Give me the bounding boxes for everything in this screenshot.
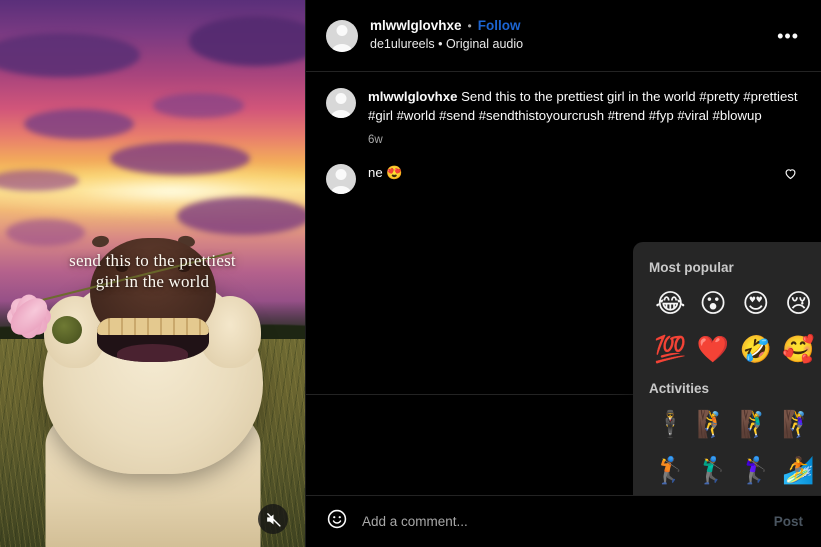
emoji-cell[interactable]: 🕴️ [649, 404, 692, 446]
emoji-cell[interactable]: 🧗‍♂️ [734, 404, 777, 446]
follow-button[interactable]: Follow [478, 18, 521, 35]
emoji-cell[interactable]: 🧗 [692, 404, 735, 446]
emoji-cell[interactable]: 🏄 [777, 450, 820, 492]
comments-area[interactable]: mlwwlglovhxe Send this to the prettiest … [306, 72, 821, 495]
more-options-icon[interactable]: ••• [773, 27, 803, 45]
post-username[interactable]: mlwwlglovhxe [370, 18, 462, 35]
emoji-cell[interactable]: 🏌️‍♂️ [692, 450, 735, 492]
video-player[interactable]: send this to the prettiest girl in the w… [0, 0, 305, 547]
comment-input[interactable] [362, 514, 760, 529]
mute-toggle-button[interactable] [258, 504, 288, 534]
comment-composer: Post [306, 495, 821, 547]
like-comment-button[interactable] [777, 164, 803, 194]
emoji-scroll-region[interactable]: Most popular😂😮😍😢👏🔥🎉💯❤️🤣🥰😘😭😊Activities🕴️🧗… [633, 242, 821, 495]
avatar[interactable] [326, 164, 356, 195]
cloud [189, 16, 305, 66]
speaker-muted-icon [266, 512, 281, 527]
dog-mouth [96, 318, 209, 362]
caption-username[interactable]: mlwwlglovhxe [368, 89, 457, 104]
comment-row: ne 😍 [306, 150, 821, 198]
avatar[interactable] [326, 88, 356, 118]
emoji-picker-button[interactable] [326, 508, 348, 535]
audio-label[interactable]: de1ulureels • Original audio [370, 37, 523, 53]
emoji-cell[interactable]: 🧗‍♀️ [777, 404, 820, 446]
cloud [152, 92, 244, 118]
caption-timestamp: 6w [368, 134, 383, 147]
dog-tongue [116, 344, 189, 362]
caption-body: mlwwlglovhxe Send this to the prettiest … [368, 88, 803, 146]
cloud [109, 142, 251, 176]
separator-dot: • [467, 19, 472, 34]
emoji-section: Most popular 😂😮😍😢👏🔥🎉💯❤️🤣🥰😘😭😊 [649, 260, 821, 371]
emoji-grid: 😂😮😍😢👏🔥🎉💯❤️🤣🥰😘😭😊 [649, 283, 821, 371]
cloud [176, 196, 305, 236]
instagram-reel-viewer: send this to the prettiest girl in the w… [0, 0, 821, 547]
post-header: mlwwlglovhxe • Follow de1ulureels • Orig… [306, 0, 821, 72]
caption-text: mlwwlglovhxe Send this to the prettiest … [368, 88, 803, 125]
emoji-cell[interactable]: 😂 [649, 283, 692, 325]
caption-row: mlwwlglovhxe Send this to the prettiest … [306, 72, 821, 150]
emoji-cell[interactable]: 🏌️ [649, 450, 692, 492]
emoji-cell[interactable]: 💯 [649, 329, 692, 371]
post-header-line-1: mlwwlglovhxe • Follow [370, 18, 523, 35]
post-comment-button[interactable]: Post [774, 514, 803, 529]
comment-text: ne 😍 [368, 165, 403, 181]
emoji-picker-panel[interactable]: Most popular😂😮😍😢👏🔥🎉💯❤️🤣🥰😘😭😊Activities🕴️🧗… [633, 242, 821, 495]
pink-flower [0, 276, 72, 356]
emoji-cell[interactable]: 🥰 [777, 329, 820, 371]
comment-body: ne 😍 [368, 164, 765, 194]
cloud [6, 218, 86, 247]
emoji-section-title: Most popular [649, 260, 734, 275]
emoji-cell[interactable]: 😮 [692, 283, 735, 325]
avatar[interactable] [326, 19, 358, 52]
emoji-cell[interactable]: 🤣 [734, 329, 777, 371]
emoji-grid: 🕴️🧗🧗‍♂️🧗‍♀️🏇⛷️🏂🏌️🏌️‍♂️🏌️‍♀️🏄🏄‍♂️🏄‍♀️🚣🚣‍♂… [649, 404, 821, 495]
emoji-cell[interactable]: 😍 [734, 283, 777, 325]
smiley-face-icon [327, 509, 347, 529]
emoji-sections: Most popular😂😮😍😢👏🔥🎉💯❤️🤣🥰😘😭😊Activities🕴️🧗… [649, 260, 821, 495]
emoji-section-title: Activities [649, 381, 710, 396]
emoji-cell[interactable]: 😢 [777, 283, 820, 325]
post-header-text: mlwwlglovhxe • Follow de1ulureels • Orig… [370, 18, 523, 53]
nostril [115, 264, 128, 272]
emoji-section: Activities 🕴️🧗🧗‍♂️🧗‍♀️🏇⛷️🏂🏌️🏌️‍♂️🏌️‍♀️🏄🏄‍… [649, 381, 821, 495]
emoji-cell[interactable]: 🏌️‍♀️ [734, 450, 777, 492]
dog-teeth [96, 318, 209, 335]
emoji-cell[interactable]: ❤️ [692, 329, 735, 371]
heart-icon [785, 169, 795, 180]
post-details-pane: mlwwlglovhxe • Follow de1ulureels • Orig… [305, 0, 821, 547]
